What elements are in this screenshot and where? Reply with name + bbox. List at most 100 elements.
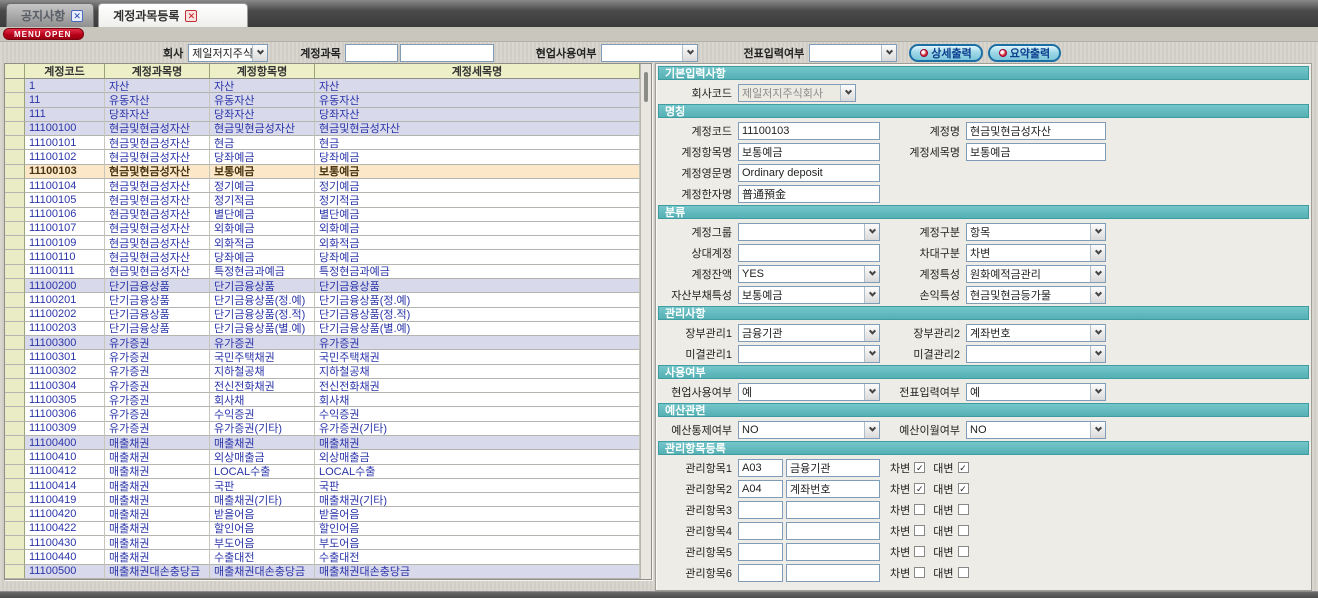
table-row[interactable]: 11100202단기금융상품단기금융상품(정.적)단기금융상품(정.적) (5, 308, 640, 322)
table-row[interactable]: 11100106현금및현금성자산별단예금별단예금 (5, 208, 640, 222)
table-row[interactable]: 111당좌자산당좌자산당좌자산 (5, 108, 640, 122)
account-balance-select[interactable]: YES (738, 265, 880, 283)
cell-account-code: 11100100 (25, 122, 105, 136)
mgmt-item-5-debit-checkbox[interactable] (914, 546, 925, 557)
account-code-input[interactable] (738, 122, 880, 140)
table-row[interactable]: 11100304유가증권전신전화채권전신전화채권 (5, 379, 640, 393)
table-row[interactable]: 11100110현금및현금성자산당좌예금당좌예금 (5, 250, 640, 264)
mgmt-item-6-name-input[interactable] (786, 564, 880, 582)
table-row[interactable]: 11100105현금및현금성자산정기적금정기적금 (5, 193, 640, 207)
table-row[interactable]: 11100200단기금융상품단기금융상품단기금융상품 (5, 279, 640, 293)
detail-print-button[interactable]: 상세출력 (909, 44, 982, 62)
table-row[interactable]: 1자산자산자산 (5, 79, 640, 93)
field-use-yn-select[interactable]: 예 (738, 383, 880, 401)
table-row[interactable]: 11100412매출채권LOCAL수출LOCAL수출 (5, 465, 640, 479)
row-indicator-cell (5, 179, 25, 193)
pending-mgmt-1-select[interactable] (738, 345, 880, 363)
cell-account-detail: 단기금융상품(별.예) (315, 322, 640, 336)
ledger-mgmt-1-select[interactable]: 금융기관 (738, 324, 880, 342)
table-row[interactable]: 11100103현금및현금성자산보통예금보통예금 (5, 165, 640, 179)
mgmt-item-6-debit-checkbox[interactable] (914, 567, 925, 578)
table-row[interactable]: 11100107현금및현금성자산외화예금외화예금 (5, 222, 640, 236)
asset-liability-attribute-select[interactable]: 보통예금 (738, 286, 880, 304)
vertical-scrollbar[interactable] (640, 64, 651, 579)
close-icon[interactable]: ✕ (185, 10, 197, 22)
mgmt-item-3-debit-checkbox[interactable] (914, 504, 925, 515)
close-icon[interactable]: ✕ (71, 10, 83, 22)
account-class-select[interactable]: 항목 (966, 223, 1106, 241)
budget-carryover-yn-select[interactable]: NO (966, 421, 1106, 439)
mgmt-item-6-code-input[interactable] (738, 564, 783, 582)
mgmt-item-3-code-input[interactable] (738, 501, 783, 519)
table-row[interactable]: 11유동자산유동자산유동자산 (5, 93, 640, 107)
table-row[interactable]: 11100440매출채권수출대전수출대전 (5, 550, 640, 564)
debit-credit-class-select[interactable]: 차변 (966, 244, 1106, 262)
table-row[interactable]: 11100306유가증권수익증권수익증권 (5, 407, 640, 421)
mgmt-item-4-credit-checkbox[interactable] (958, 525, 969, 536)
mgmt-item-5-code-input[interactable] (738, 543, 783, 561)
account-attribute-select[interactable]: 원화예적금관리 (966, 265, 1106, 283)
pending-mgmt-2-select[interactable] (966, 345, 1106, 363)
table-row[interactable]: 11100300유가증권유가증권유가증권 (5, 336, 640, 350)
table-row[interactable]: 11100422매출채권할인어음할인어음 (5, 522, 640, 536)
account-hanja-name-input[interactable] (738, 185, 880, 203)
mgmt-item-5-credit-checkbox[interactable] (958, 546, 969, 557)
table-row[interactable]: 11100111현금및현금성자산특정현금과예금특정현금과예금 (5, 265, 640, 279)
table-row[interactable]: 11100102현금및현금성자산당좌예금당좌예금 (5, 150, 640, 164)
account-item-name-input[interactable] (738, 143, 880, 161)
table-row[interactable]: 11100419매출채권매출채권(기타)매출채권(기타) (5, 493, 640, 507)
table-row[interactable]: 11100203단기금융상품단기금융상품(별.예)단기금융상품(별.예) (5, 322, 640, 336)
table-row[interactable]: 11100301유가증권국민주택채권국민주택채권 (5, 350, 640, 364)
table-row[interactable]: 11100101현금및현금성자산현금현금 (5, 136, 640, 150)
account-name-input[interactable] (966, 122, 1106, 140)
table-row[interactable]: 11100430매출채권부도어음부도어음 (5, 536, 640, 550)
mgmt-item-1-credit-checkbox[interactable]: ✓ (958, 462, 969, 473)
account-detail-name-input[interactable] (966, 143, 1106, 161)
account-english-name-input[interactable] (738, 164, 880, 182)
company-select[interactable]: 제일저지주식회사 (188, 44, 268, 62)
cell-account-item: 수출대전 (210, 550, 315, 564)
table-row[interactable]: 11100302유가증권지하철공채지하철공채 (5, 365, 640, 379)
table-row[interactable]: 11100309유가증권유가증권(기타)유가증권(기타) (5, 422, 640, 436)
account-name-search-input[interactable] (400, 44, 494, 62)
summary-print-button[interactable]: 요약출력 (988, 44, 1061, 62)
table-row[interactable]: 11100414매출채권국판국판 (5, 479, 640, 493)
mgmt-item-1-name-input[interactable] (786, 459, 880, 477)
mgmt-item-4-debit-checkbox[interactable] (914, 525, 925, 536)
mgmt-item-1-debit-checkbox[interactable]: ✓ (914, 462, 925, 473)
mgmt-item-4-name-input[interactable] (786, 522, 880, 540)
mgmt-item-1-code-input[interactable] (738, 459, 783, 477)
scrollbar-thumb[interactable] (644, 72, 648, 102)
profit-loss-attribute-select[interactable]: 현금및현금등가물 (966, 286, 1106, 304)
ledger-mgmt-2-select[interactable]: 계좌번호 (966, 324, 1106, 342)
counter-account-input[interactable] (738, 244, 880, 262)
slip-input-yn-select[interactable]: 예 (966, 383, 1106, 401)
field-use-select[interactable] (601, 44, 698, 62)
mgmt-item-3-name-input[interactable] (786, 501, 880, 519)
table-row[interactable]: 11100500매출채권대손충당금매출채권대손충당금매출채권대손충당금 (5, 565, 640, 579)
account-group-select[interactable] (738, 223, 880, 241)
chevron-down-icon (881, 45, 896, 61)
table-row[interactable]: 11100400매출채권매출채권매출채권 (5, 436, 640, 450)
mgmt-item-2-name-input[interactable] (786, 480, 880, 498)
mgmt-item-2-credit-checkbox[interactable]: ✓ (958, 483, 969, 494)
mgmt-item-4-code-input[interactable] (738, 522, 783, 540)
mgmt-item-3-credit-checkbox[interactable] (958, 504, 969, 515)
tab-account-register[interactable]: 계정과목등록 ✕ (98, 3, 248, 27)
table-row[interactable]: 11100420매출채권받을어음받을어음 (5, 507, 640, 521)
table-row[interactable]: 11100201단기금융상품단기금융상품(정.예)단기금융상품(정.예) (5, 293, 640, 307)
table-row[interactable]: 11100410매출채권외상매출금외상매출금 (5, 450, 640, 464)
tab-notice[interactable]: 공지사항 ✕ (6, 3, 94, 27)
account-code-search-input[interactable] (345, 44, 398, 62)
mgmt-item-2-debit-checkbox[interactable]: ✓ (914, 483, 925, 494)
menu-open-button[interactable]: MENU OPEN (3, 28, 84, 40)
mgmt-item-2-code-input[interactable] (738, 480, 783, 498)
table-row[interactable]: 11100109현금및현금성자산외화적금외화적금 (5, 236, 640, 250)
table-row[interactable]: 11100104현금및현금성자산정기예금정기예금 (5, 179, 640, 193)
slip-input-select[interactable] (809, 44, 897, 62)
mgmt-item-5-name-input[interactable] (786, 543, 880, 561)
budget-control-yn-select[interactable]: NO (738, 421, 880, 439)
table-row[interactable]: 11100305유가증권회사채회사채 (5, 393, 640, 407)
mgmt-item-6-credit-checkbox[interactable] (958, 567, 969, 578)
table-row[interactable]: 11100100현금및현금성자산현금및현금성자산현금및현금성자산 (5, 122, 640, 136)
